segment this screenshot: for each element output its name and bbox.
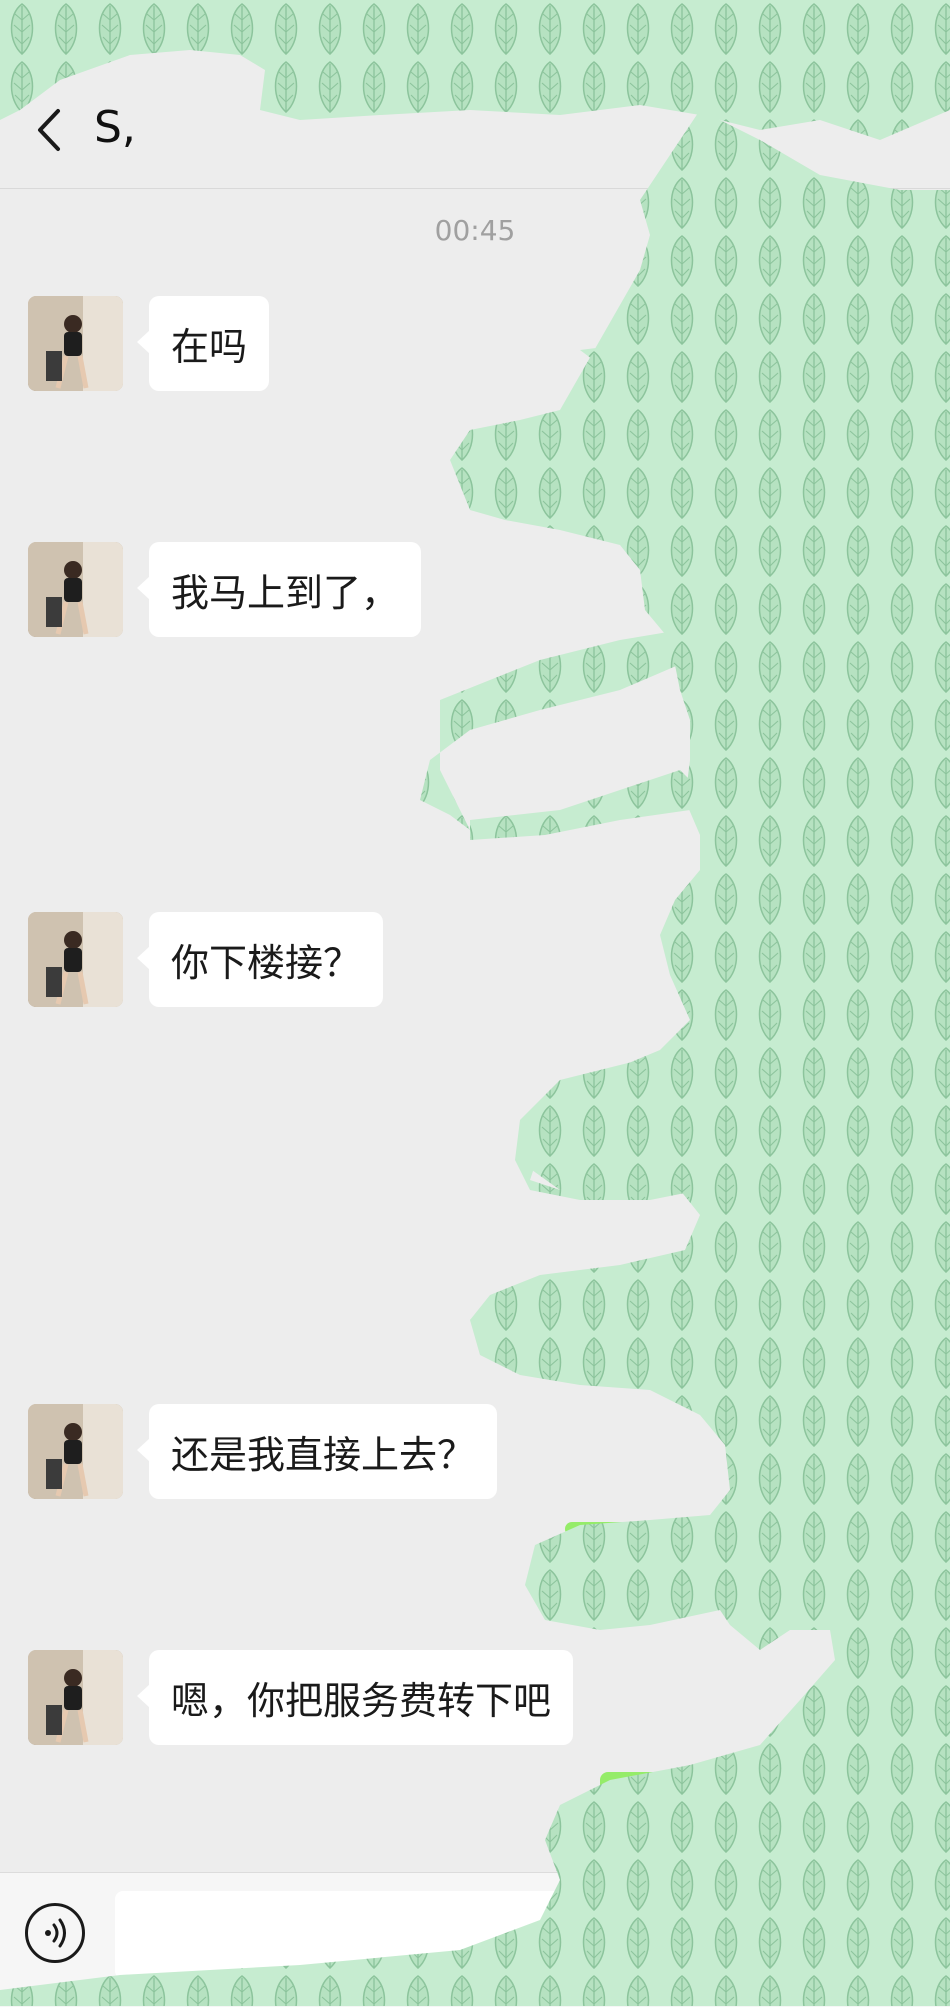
- avatar[interactable]: [28, 1650, 123, 1745]
- input-bar: [0, 1872, 950, 2007]
- outgoing-bubble[interactable]: [565, 1522, 695, 1536]
- back-button[interactable]: [30, 105, 70, 155]
- message-timestamp: 00:45: [434, 214, 516, 247]
- message-bubble[interactable]: 你下楼接？: [136, 912, 384, 1007]
- avatar[interactable]: [28, 912, 123, 1007]
- message-bubble[interactable]: 嗯，你把服务费转下吧: [136, 1650, 574, 1745]
- message-bubble[interactable]: 在吗: [136, 296, 270, 391]
- voice-button[interactable]: [25, 1903, 85, 1963]
- message-bubble[interactable]: 还是我直接上去？: [136, 1404, 498, 1499]
- outgoing-bubble[interactable]: [598, 1280, 688, 1310]
- plus-button[interactable]: [866, 1903, 926, 1963]
- avatar[interactable]: [28, 296, 123, 391]
- avatar[interactable]: [28, 1404, 123, 1499]
- chat-title: S,: [94, 102, 136, 153]
- plus-circle-icon: [883, 1920, 909, 1946]
- chevron-left-icon: [38, 109, 60, 151]
- avatar[interactable]: [28, 542, 123, 637]
- chat-header: S,: [0, 0, 950, 189]
- message-input[interactable]: [115, 1891, 835, 1979]
- voice-icon: [45, 1918, 66, 1948]
- message-bubble[interactable]: 我马上到了，: [136, 542, 422, 637]
- outgoing-bubble[interactable]: [600, 1772, 690, 1802]
